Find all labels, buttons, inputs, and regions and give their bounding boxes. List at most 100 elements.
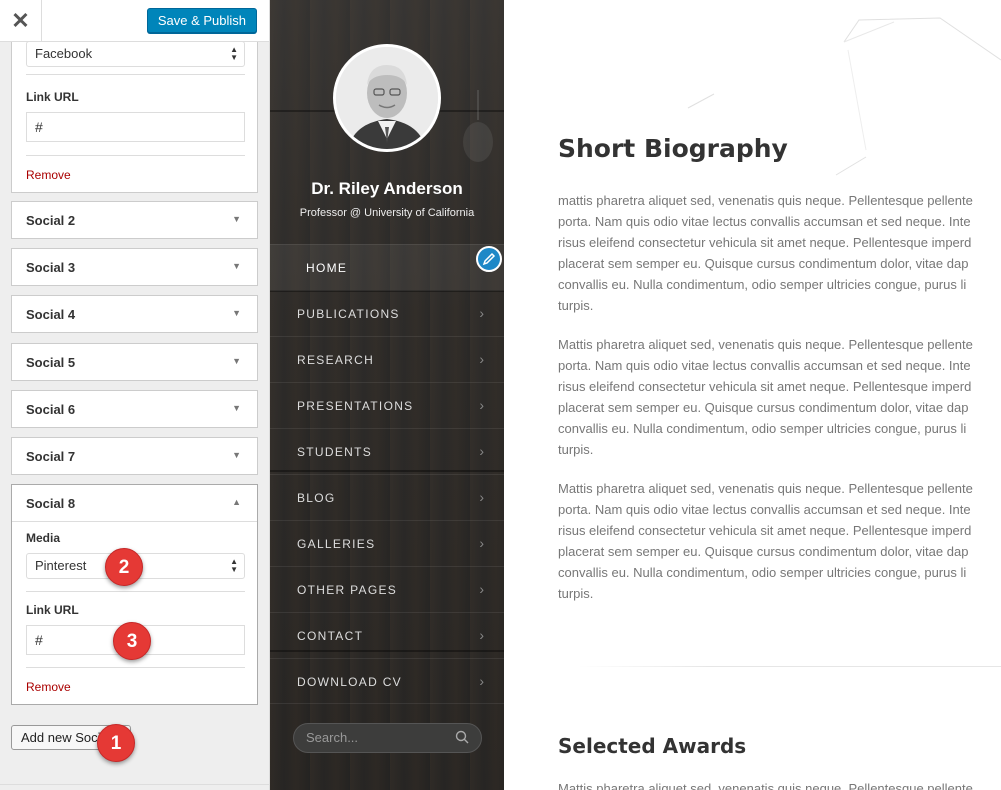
paragraph-line: placerat sem semper eu. Quisque cursus c… <box>558 400 969 415</box>
accordion-social-6[interactable]: Social 6 ▼ <box>11 390 258 428</box>
paragraph-line: Mattis pharetra aliquet sed, venenatis q… <box>558 481 973 496</box>
search-icon[interactable] <box>455 730 469 747</box>
paragraph-line: convallis eu. Nulla condimentum, odio se… <box>558 565 967 580</box>
paragraph-line: turpis. <box>558 298 594 313</box>
nav-label: CONTACT <box>297 629 364 643</box>
nav-label: BLOG <box>297 491 336 505</box>
paragraph-line: risus eleifend consectetur vehicula sit … <box>558 235 972 250</box>
chevron-right-icon: › <box>479 443 484 459</box>
paragraph-line: mattis pharetra aliquet sed, venenatis q… <box>558 193 973 208</box>
search-placeholder: Search... <box>306 730 359 745</box>
nav-presentations[interactable]: PRESENTATIONS › <box>270 382 504 428</box>
accordion-social-2[interactable]: Social 2 ▼ <box>11 201 258 239</box>
paragraph-line: risus eleifend consectetur vehicula sit … <box>558 523 972 538</box>
caret-down-icon: ▼ <box>232 450 241 460</box>
section-divider <box>578 666 1001 667</box>
accordion-title: Social 4 <box>26 307 76 322</box>
divider <box>26 667 245 668</box>
paragraph: Mattis pharetra aliquet sed, venenatis q… <box>558 478 1001 604</box>
app: ✕ Save & Publish Facebook ▲ ▼ Link URL # … <box>0 0 1001 790</box>
close-icon[interactable]: ✕ <box>0 0 42 42</box>
nav-home[interactable]: HOME <box>270 244 504 290</box>
edit-pencil-icon[interactable] <box>476 246 502 272</box>
paragraph-line: porta. Nam quis odio vitae lectus conval… <box>558 358 971 373</box>
social-1-panel: Facebook ▲ ▼ Link URL # Remove <box>11 41 258 193</box>
customizer-panel: ✕ Save & Publish Facebook ▲ ▼ Link URL # … <box>0 0 270 790</box>
save-publish-button[interactable]: Save & Publish <box>146 8 257 33</box>
caret-down-icon: ▼ <box>232 356 241 366</box>
accordion-social-7[interactable]: Social 7 ▼ <box>11 437 258 475</box>
nav-galleries[interactable]: GALLERIES › <box>270 520 504 566</box>
link-url-input[interactable]: # <box>26 112 245 142</box>
paragraph-line: placerat sem semper eu. Quisque cursus c… <box>558 544 969 559</box>
footer-divider <box>0 784 269 785</box>
caret-down-icon: ▼ <box>232 214 241 224</box>
nav-label: STUDENTS <box>297 445 373 459</box>
media-label: Media <box>26 531 61 545</box>
chevron-right-icon: › <box>479 351 484 367</box>
avatar <box>333 44 441 152</box>
nav-label: RESEARCH <box>297 353 375 367</box>
chevron-right-icon: › <box>479 305 484 321</box>
nav-label: HOME <box>306 261 348 275</box>
paragraph-line: placerat sem semper eu. Quisque cursus c… <box>558 256 969 271</box>
accordion-title: Social 5 <box>26 355 76 370</box>
accordion-social-3[interactable]: Social 3 ▼ <box>11 248 258 286</box>
nav-other-pages[interactable]: OTHER PAGES › <box>270 566 504 612</box>
profile-role: Professor @ University of California <box>299 207 475 219</box>
accordion-title: Social 2 <box>26 213 76 228</box>
bio-title: Short Biography <box>558 134 788 163</box>
accordion-title: Social 7 <box>26 449 76 464</box>
paragraph-line: risus eleifend consectetur vehicula sit … <box>558 379 972 394</box>
nav-blog[interactable]: BLOG › <box>270 474 504 520</box>
divider <box>26 155 245 156</box>
remove-link[interactable]: Remove <box>26 168 71 182</box>
accordion-social-4[interactable]: Social 4 ▼ <box>11 295 258 333</box>
divider <box>26 74 245 75</box>
media-select-value: Facebook <box>35 46 93 61</box>
portrait-icon <box>336 47 438 149</box>
caret-up-icon: ▲ <box>232 497 241 507</box>
paragraph-line: Mattis pharetra aliquet sed, venenatis q… <box>558 781 973 790</box>
select-arrows-icon: ▲ ▼ <box>230 557 238 574</box>
nav-publications[interactable]: PUBLICATIONS › <box>270 290 504 336</box>
search-input[interactable]: Search... <box>293 723 482 753</box>
paragraph-line: convallis eu. Nulla condimentum, odio se… <box>558 421 967 436</box>
nav-contact[interactable]: CONTACT › <box>270 612 504 658</box>
nav-research[interactable]: RESEARCH › <box>270 336 504 382</box>
media-select-value: Pinterest <box>35 558 87 573</box>
link-url-label: Link URL <box>26 603 79 617</box>
link-url-label: Link URL <box>26 90 79 104</box>
social-8-panel: Social 8 ▲ Media Pinterest ▲ ▼ Link URL #… <box>11 484 258 705</box>
paragraph-line: Mattis pharetra aliquet sed, venenatis q… <box>558 337 973 352</box>
caret-down-icon: ▼ <box>232 403 241 413</box>
annotation-badge-3: 3 <box>113 622 151 660</box>
caret-down-icon: ▼ <box>232 261 241 271</box>
caret-down-icon: ▼ <box>232 308 241 318</box>
customizer-header: ✕ Save & Publish <box>0 0 269 42</box>
paragraph-line: turpis. <box>558 442 594 457</box>
paragraph-line: porta. Nam quis odio vitae lectus conval… <box>558 214 971 229</box>
remove-link[interactable]: Remove <box>26 680 71 694</box>
accordion-social-5[interactable]: Social 5 ▼ <box>11 343 258 381</box>
nav-label: OTHER PAGES <box>297 583 398 597</box>
paragraph-line: convallis eu. Nulla condimentum, odio se… <box>558 277 967 292</box>
accordion-social-8[interactable]: Social 8 ▲ <box>12 485 257 522</box>
lamp-icon <box>463 90 493 162</box>
media-select[interactable]: Facebook ▲ ▼ <box>26 41 245 67</box>
annotation-badge-2: 2 <box>105 548 143 586</box>
accordion-title: Social 8 <box>26 496 76 511</box>
nav-label: PRESENTATIONS <box>297 399 414 413</box>
accordion-title: Social 6 <box>26 402 76 417</box>
select-arrows-icon: ▲ ▼ <box>230 45 238 62</box>
chevron-right-icon: › <box>479 397 484 413</box>
awards-title: Selected Awards <box>558 734 747 758</box>
paragraph: Mattis pharetra aliquet sed, venenatis q… <box>558 334 1001 460</box>
nav-label: GALLERIES <box>297 537 376 551</box>
nav-students[interactable]: STUDENTS › <box>270 428 504 474</box>
nav-download-cv[interactable]: DOWNLOAD CV › <box>270 658 504 704</box>
chevron-right-icon: › <box>479 581 484 597</box>
paragraph: mattis pharetra aliquet sed, venenatis q… <box>558 190 1001 316</box>
chevron-right-icon: › <box>479 627 484 643</box>
chevron-right-icon: › <box>479 673 484 689</box>
